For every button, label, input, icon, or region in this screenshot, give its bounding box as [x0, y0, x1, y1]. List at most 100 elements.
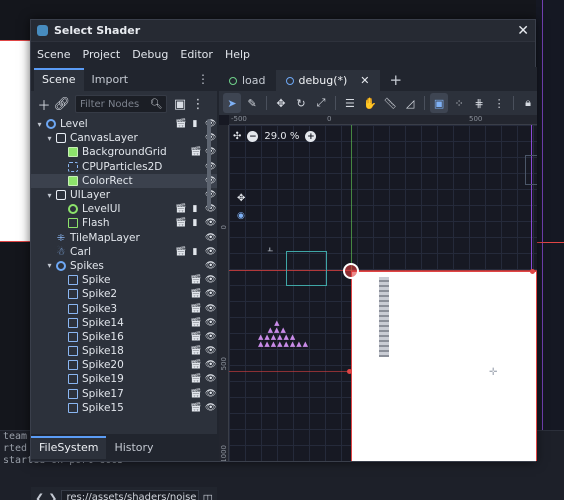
eye-icon[interactable]: 👁︎: [205, 261, 216, 271]
clapper-icon[interactable]: 🎬︎: [190, 346, 201, 356]
menu-project[interactable]: Project: [83, 48, 121, 61]
tree-row-spike20[interactable]: Spike20 🎬︎ 👁︎: [31, 358, 217, 372]
zoom-out-icon[interactable]: −: [247, 131, 259, 142]
list-icon[interactable]: ☰: [341, 93, 359, 113]
tree-row-spike17[interactable]: Spike17 🎬︎ 👁︎: [31, 387, 217, 401]
clapper-icon[interactable]: 🎬︎: [190, 389, 201, 399]
back-icon[interactable]: ❮: [35, 492, 44, 500]
smart-snap-icon[interactable]: ⁘: [450, 93, 468, 113]
pivot-tool-icon[interactable]: ✣: [233, 131, 241, 142]
eye-icon[interactable]: 👁︎: [205, 403, 216, 413]
clapper-icon[interactable]: 🎬︎: [190, 304, 201, 314]
tab-filesystem[interactable]: FileSystem: [31, 436, 107, 459]
close-icon[interactable]: ✕: [517, 23, 529, 39]
tree-row-uilayer[interactable]: ▾ UILayer 👁︎: [31, 188, 217, 202]
zoom-level[interactable]: 29.0 %: [264, 131, 299, 142]
eye-icon[interactable]: 👁︎: [205, 275, 216, 285]
tree-row-levelui[interactable]: LevelUI 🎬︎ ▮ 👁︎: [31, 202, 217, 216]
close-tab-icon[interactable]: ✕: [360, 74, 369, 87]
split-view-icon[interactable]: ◫: [203, 492, 213, 500]
tree-row-spike2[interactable]: Spike2 🎬︎ 👁︎: [31, 287, 217, 301]
tab-import[interactable]: Import: [84, 68, 137, 91]
menu-editor[interactable]: Editor: [180, 48, 213, 61]
forward-icon[interactable]: ❯: [48, 492, 57, 500]
eye-icon[interactable]: 👁︎: [205, 233, 216, 243]
move-tool-icon[interactable]: ✥: [272, 93, 290, 113]
pan-tool-icon[interactable]: ✋: [361, 93, 379, 113]
resize-handle[interactable]: [347, 369, 352, 374]
tree-row-cpuparticles[interactable]: CPUParticles2D 👁︎: [31, 160, 217, 174]
eye-icon[interactable]: 👁︎: [205, 304, 216, 314]
tree-row-carl[interactable]: ☃ Carl 🎬︎ ▮ 👁︎: [31, 245, 217, 259]
collapse-icon[interactable]: ▾: [45, 261, 54, 270]
origin-handle[interactable]: [343, 263, 359, 279]
tab-load[interactable]: load: [219, 70, 276, 91]
more-icon[interactable]: ⋮: [189, 95, 207, 113]
eye-icon[interactable]: 👁︎: [205, 332, 216, 342]
viewport-2d[interactable]: -500 0 500 0 500 1000 ▲ ▲▲▲ ▲▲▲▲▲▲ ▲▲▲▲▲…: [219, 115, 537, 461]
eye-icon[interactable]: 👁︎: [205, 374, 216, 384]
clapper-icon[interactable]: 🎬︎: [190, 289, 201, 299]
clapper-icon[interactable]: 🎬︎: [190, 147, 201, 157]
tree-row-backgroundgrid[interactable]: BackgroundGrid 🎬︎👁︎: [31, 145, 217, 159]
clapper-icon[interactable]: 🎬︎: [175, 119, 186, 129]
tab-scene[interactable]: Scene: [34, 68, 84, 91]
filter-nodes-input[interactable]: [80, 98, 150, 110]
script-icon[interactable]: ▮: [190, 119, 200, 129]
tree-row-spike[interactable]: Spike 🎬︎ 👁︎: [31, 273, 217, 287]
clapper-icon[interactable]: 🎬︎: [190, 318, 201, 328]
dock-menu-icon[interactable]: ⋮: [197, 72, 209, 86]
clapper-icon[interactable]: 🎬︎: [190, 275, 201, 285]
collapse-icon[interactable]: ▾: [45, 191, 54, 200]
pencil-icon[interactable]: ✎: [243, 93, 261, 113]
tree-row-spike19[interactable]: Spike19 🎬︎ 👁︎: [31, 372, 217, 386]
more-icon[interactable]: ⋮: [490, 93, 508, 113]
select-tool-icon[interactable]: ➤: [223, 93, 242, 113]
eye-icon[interactable]: 👁︎: [205, 389, 216, 399]
path-field[interactable]: res://assets/shaders/noise: [61, 489, 199, 500]
eye-icon[interactable]: 👁︎: [205, 360, 216, 370]
ruler-tool-icon[interactable]: 📏︎: [381, 93, 399, 113]
menu-debug[interactable]: Debug: [132, 48, 168, 61]
tree-row-flash[interactable]: Flash 🎬︎ ▮ 👁︎: [31, 216, 217, 230]
link-icon[interactable]: 🔗︎: [53, 95, 71, 113]
grid-snap-icon[interactable]: ⋕: [470, 93, 488, 113]
script-icon[interactable]: ▮: [190, 218, 200, 228]
clapper-icon[interactable]: 🎬︎: [175, 204, 186, 214]
tree-row-level[interactable]: ▾ Level 🎬︎▮👁︎: [31, 117, 217, 131]
tree-row-spike14[interactable]: Spike14 🎬︎ 👁︎: [31, 316, 217, 330]
add-tab-button[interactable]: +: [380, 69, 413, 91]
tree-row-tilemaplayer[interactable]: ⁜ TileMapLayer 👁︎: [31, 231, 217, 245]
scale-tool-icon[interactable]: ⤢: [312, 93, 330, 113]
lock-icon[interactable]: 🔒︎: [519, 93, 537, 113]
clapper-icon[interactable]: 🎬︎: [175, 218, 186, 228]
tree-row-spike18[interactable]: Spike18 🎬︎ 👁︎: [31, 344, 217, 358]
clapper-icon[interactable]: 🎬︎: [190, 403, 201, 413]
snap-icon[interactable]: ▣: [430, 93, 449, 113]
tree-row-spike15[interactable]: Spike15 🎬︎ 👁︎: [31, 401, 217, 415]
tree-row-colorrect[interactable]: ColorRect 👁︎: [31, 173, 217, 188]
rotate-tool-icon[interactable]: ↻: [292, 93, 310, 113]
menu-help[interactable]: Help: [225, 48, 250, 61]
tab-history[interactable]: History: [106, 436, 161, 459]
script-icon[interactable]: ▮: [190, 204, 200, 214]
collapse-icon[interactable]: ▾: [35, 120, 44, 129]
clapper-icon[interactable]: 🎬︎: [190, 374, 201, 384]
eye-icon[interactable]: 👁︎: [205, 218, 216, 228]
tree-row-spikes[interactable]: ▾ Spikes 👁︎: [31, 259, 217, 273]
tree-row-spike3[interactable]: Spike3 🎬︎ 👁︎: [31, 301, 217, 315]
tree-scrollbar[interactable]: [207, 119, 211, 209]
script-icon[interactable]: ▮: [190, 247, 200, 257]
script-icon[interactable]: ▣: [171, 95, 189, 113]
collapse-icon[interactable]: ▾: [45, 134, 54, 143]
eye-icon[interactable]: 👁︎: [205, 289, 216, 299]
clapper-icon[interactable]: 🎬︎: [190, 332, 201, 342]
resize-handle[interactable]: [530, 269, 535, 274]
clapper-icon[interactable]: 🎬︎: [190, 360, 201, 370]
eye-icon[interactable]: 👁︎: [205, 318, 216, 328]
eye-icon[interactable]: 👁︎: [205, 247, 216, 257]
angle-tool-icon[interactable]: ◿: [401, 93, 419, 113]
zoom-in-icon[interactable]: +: [305, 131, 317, 142]
menu-scene[interactable]: Scene: [37, 48, 71, 61]
add-node-icon[interactable]: ＋: [35, 95, 53, 114]
